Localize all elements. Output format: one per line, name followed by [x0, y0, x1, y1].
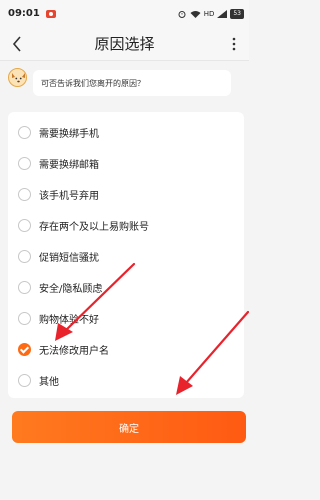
option-label: 该手机号弃用	[39, 190, 99, 202]
question-row: 可否告诉我们您离开的原因？	[8, 68, 244, 98]
option-promo-sms[interactable]: 促销短信骚扰	[8, 244, 244, 268]
notification-icon	[45, 9, 56, 18]
question-text: 可否告诉我们您离开的原因？	[41, 78, 145, 88]
option-other[interactable]: 其他	[8, 368, 244, 392]
reason-options-card: 需要换绑手机 需要换绑邮箱 该手机号弃用 存在两个及以上易购账号 促销短信骚扰 …	[8, 112, 244, 398]
radio-button-checked[interactable]	[18, 342, 31, 356]
radio-button[interactable]	[18, 187, 31, 201]
alarm-icon	[178, 10, 186, 18]
dog-mascot-icon	[12, 72, 25, 86]
more-options-button[interactable]	[223, 30, 245, 58]
page-title: 原因选择	[94, 35, 155, 53]
battery-icon: 53	[230, 8, 244, 19]
confirm-button[interactable]: 确定	[12, 411, 246, 443]
option-label: 促销短信骚扰	[39, 252, 99, 264]
navigation-bar: 原因选择	[0, 27, 249, 61]
more-vertical-icon	[232, 37, 236, 51]
confirm-label: 确定	[119, 423, 139, 435]
assistant-avatar	[8, 68, 27, 87]
radio-button[interactable]	[18, 156, 31, 170]
option-phone-abandoned[interactable]: 该手机号弃用	[8, 182, 244, 206]
option-label: 需要换绑手机	[39, 128, 99, 140]
option-bad-experience[interactable]: 购物体验不好	[8, 306, 244, 330]
radio-button[interactable]	[18, 125, 31, 139]
option-cannot-change-username[interactable]: 无法修改用户名	[8, 337, 244, 361]
option-label: 需要换绑邮箱	[39, 159, 99, 171]
option-change-phone[interactable]: 需要换绑手机	[8, 120, 244, 144]
option-label: 其他	[39, 376, 59, 388]
radio-button[interactable]	[18, 218, 31, 232]
option-change-email[interactable]: 需要换绑邮箱	[8, 151, 244, 175]
radio-button[interactable]	[18, 311, 31, 325]
status-bar: 09:01 HD 53	[0, 0, 249, 27]
option-label: 无法修改用户名	[39, 345, 109, 357]
radio-button[interactable]	[18, 373, 31, 387]
option-multiple-accounts[interactable]: 存在两个及以上易购账号	[8, 213, 244, 237]
radio-button[interactable]	[18, 249, 31, 263]
status-indicators: HD 53	[177, 8, 244, 19]
option-label: 安全/隐私顾虑	[39, 283, 103, 295]
signal-icon	[217, 9, 228, 18]
network-type-label: HD	[203, 9, 215, 18]
radio-button[interactable]	[18, 280, 31, 294]
wifi-icon	[190, 10, 201, 18]
question-bubble: 可否告诉我们您离开的原因？	[33, 70, 231, 96]
option-label: 购物体验不好	[39, 314, 99, 326]
option-label: 存在两个及以上易购账号	[39, 221, 149, 233]
option-privacy-concern[interactable]: 安全/隐私顾虑	[8, 275, 244, 299]
status-time: 09:01	[8, 8, 40, 19]
